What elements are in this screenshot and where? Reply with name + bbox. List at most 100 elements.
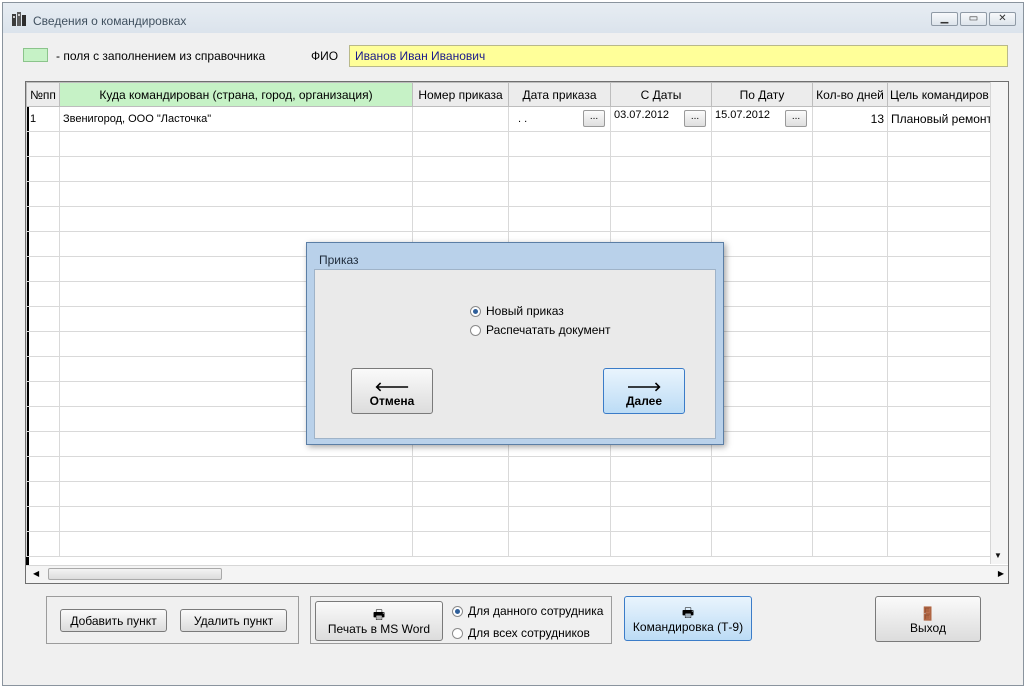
empty-cell[interactable]	[508, 456, 611, 482]
empty-cell[interactable]	[886, 456, 997, 482]
delete-item-button[interactable]: Удалить пункт	[180, 609, 287, 632]
add-item-button[interactable]: Добавить пункт	[60, 609, 167, 632]
empty-cell[interactable]	[711, 431, 813, 457]
from-date-picker-button[interactable]: ...	[684, 110, 706, 127]
col-header-num[interactable]: №пп	[26, 82, 60, 107]
empty-cell[interactable]	[59, 181, 413, 207]
empty-cell[interactable]	[26, 506, 60, 532]
order-date-picker-button[interactable]: ...	[583, 110, 605, 127]
empty-cell[interactable]	[886, 131, 997, 157]
cell-num[interactable]: 1	[26, 106, 60, 132]
cell-order-date[interactable]: . ....	[508, 106, 611, 132]
radio-new-order[interactable]: Новый приказ	[470, 304, 564, 318]
col-header-order-date[interactable]: Дата приказа	[508, 82, 611, 107]
empty-cell[interactable]	[610, 506, 712, 532]
empty-cell[interactable]	[812, 231, 888, 257]
empty-cell[interactable]	[711, 406, 813, 432]
trip-t9-button[interactable]: 🖶 Командировка (Т-9)	[624, 596, 752, 641]
vertical-scrollbar[interactable]: ▼	[990, 82, 1008, 564]
cell-to-date[interactable]: 15.07.2012...	[711, 106, 813, 132]
cell-from-date[interactable]: 03.07.2012...	[610, 106, 712, 132]
empty-cell[interactable]	[886, 256, 997, 282]
table-row-empty[interactable]	[26, 206, 997, 232]
empty-cell[interactable]	[26, 306, 60, 332]
empty-cell[interactable]	[508, 206, 611, 232]
cell-order-num[interactable]	[412, 106, 509, 132]
close-button[interactable]: ✕	[989, 12, 1016, 26]
empty-cell[interactable]	[59, 156, 413, 182]
empty-cell[interactable]	[610, 206, 712, 232]
empty-cell[interactable]	[711, 231, 813, 257]
empty-cell[interactable]	[812, 131, 888, 157]
empty-cell[interactable]	[412, 531, 509, 557]
empty-cell[interactable]	[412, 456, 509, 482]
table-row-empty[interactable]	[26, 181, 997, 207]
empty-cell[interactable]	[26, 331, 60, 357]
table-row-empty[interactable]	[26, 506, 997, 532]
empty-cell[interactable]	[812, 506, 888, 532]
empty-cell[interactable]	[711, 306, 813, 332]
empty-cell[interactable]	[26, 206, 60, 232]
empty-cell[interactable]	[26, 356, 60, 382]
empty-cell[interactable]	[412, 156, 509, 182]
empty-cell[interactable]	[812, 456, 888, 482]
horizontal-scrollbar[interactable]: ◀ ▶	[26, 565, 1008, 583]
empty-cell[interactable]	[610, 531, 712, 557]
table-row[interactable]: 1 Звенигород, ООО "Ласточка" . .... 03.0…	[26, 106, 997, 132]
col-header-days[interactable]: Кол-во дней	[812, 82, 888, 107]
cell-place[interactable]: Звенигород, ООО "Ласточка"	[59, 106, 413, 132]
next-button[interactable]: 🡒 Далее	[603, 368, 685, 414]
empty-cell[interactable]	[26, 381, 60, 407]
empty-cell[interactable]	[812, 331, 888, 357]
radio-all-employees[interactable]: Для всех сотрудников	[452, 626, 590, 640]
empty-cell[interactable]	[610, 456, 712, 482]
empty-cell[interactable]	[610, 156, 712, 182]
empty-cell[interactable]	[508, 531, 611, 557]
empty-cell[interactable]	[886, 406, 997, 432]
empty-cell[interactable]	[886, 356, 997, 382]
empty-cell[interactable]	[886, 531, 997, 557]
empty-cell[interactable]	[59, 456, 413, 482]
empty-cell[interactable]	[26, 406, 60, 432]
table-row-empty[interactable]	[26, 456, 997, 482]
col-header-purpose[interactable]: Цель командиров	[886, 82, 997, 107]
empty-cell[interactable]	[711, 356, 813, 382]
empty-cell[interactable]	[812, 306, 888, 332]
empty-cell[interactable]	[59, 206, 413, 232]
cancel-button[interactable]: 🡐 Отмена	[351, 368, 433, 414]
empty-cell[interactable]	[812, 381, 888, 407]
empty-cell[interactable]	[886, 206, 997, 232]
empty-cell[interactable]	[59, 506, 413, 532]
empty-cell[interactable]	[508, 506, 611, 532]
empty-cell[interactable]	[886, 506, 997, 532]
empty-cell[interactable]	[812, 531, 888, 557]
horizontal-scroll-thumb[interactable]	[48, 568, 222, 580]
empty-cell[interactable]	[59, 531, 413, 557]
cell-days[interactable]: 13	[812, 106, 888, 132]
empty-cell[interactable]	[412, 206, 509, 232]
empty-cell[interactable]	[508, 156, 611, 182]
empty-cell[interactable]	[812, 281, 888, 307]
print-word-button[interactable]: 🖶 Печать в MS Word	[315, 601, 443, 641]
empty-cell[interactable]	[610, 131, 712, 157]
table-row-empty[interactable]	[26, 131, 997, 157]
empty-cell[interactable]	[610, 181, 712, 207]
empty-cell[interactable]	[711, 381, 813, 407]
empty-cell[interactable]	[412, 181, 509, 207]
empty-cell[interactable]	[508, 131, 611, 157]
minimize-button[interactable]: ▁	[931, 12, 958, 26]
empty-cell[interactable]	[26, 231, 60, 257]
empty-cell[interactable]	[412, 506, 509, 532]
empty-cell[interactable]	[711, 506, 813, 532]
empty-cell[interactable]	[711, 131, 813, 157]
empty-cell[interactable]	[711, 481, 813, 507]
empty-cell[interactable]	[886, 181, 997, 207]
empty-cell[interactable]	[59, 131, 413, 157]
empty-cell[interactable]	[886, 306, 997, 332]
empty-cell[interactable]	[508, 181, 611, 207]
empty-cell[interactable]	[26, 156, 60, 182]
empty-cell[interactable]	[886, 156, 997, 182]
table-row-empty[interactable]	[26, 481, 997, 507]
empty-cell[interactable]	[412, 481, 509, 507]
empty-cell[interactable]	[26, 181, 60, 207]
